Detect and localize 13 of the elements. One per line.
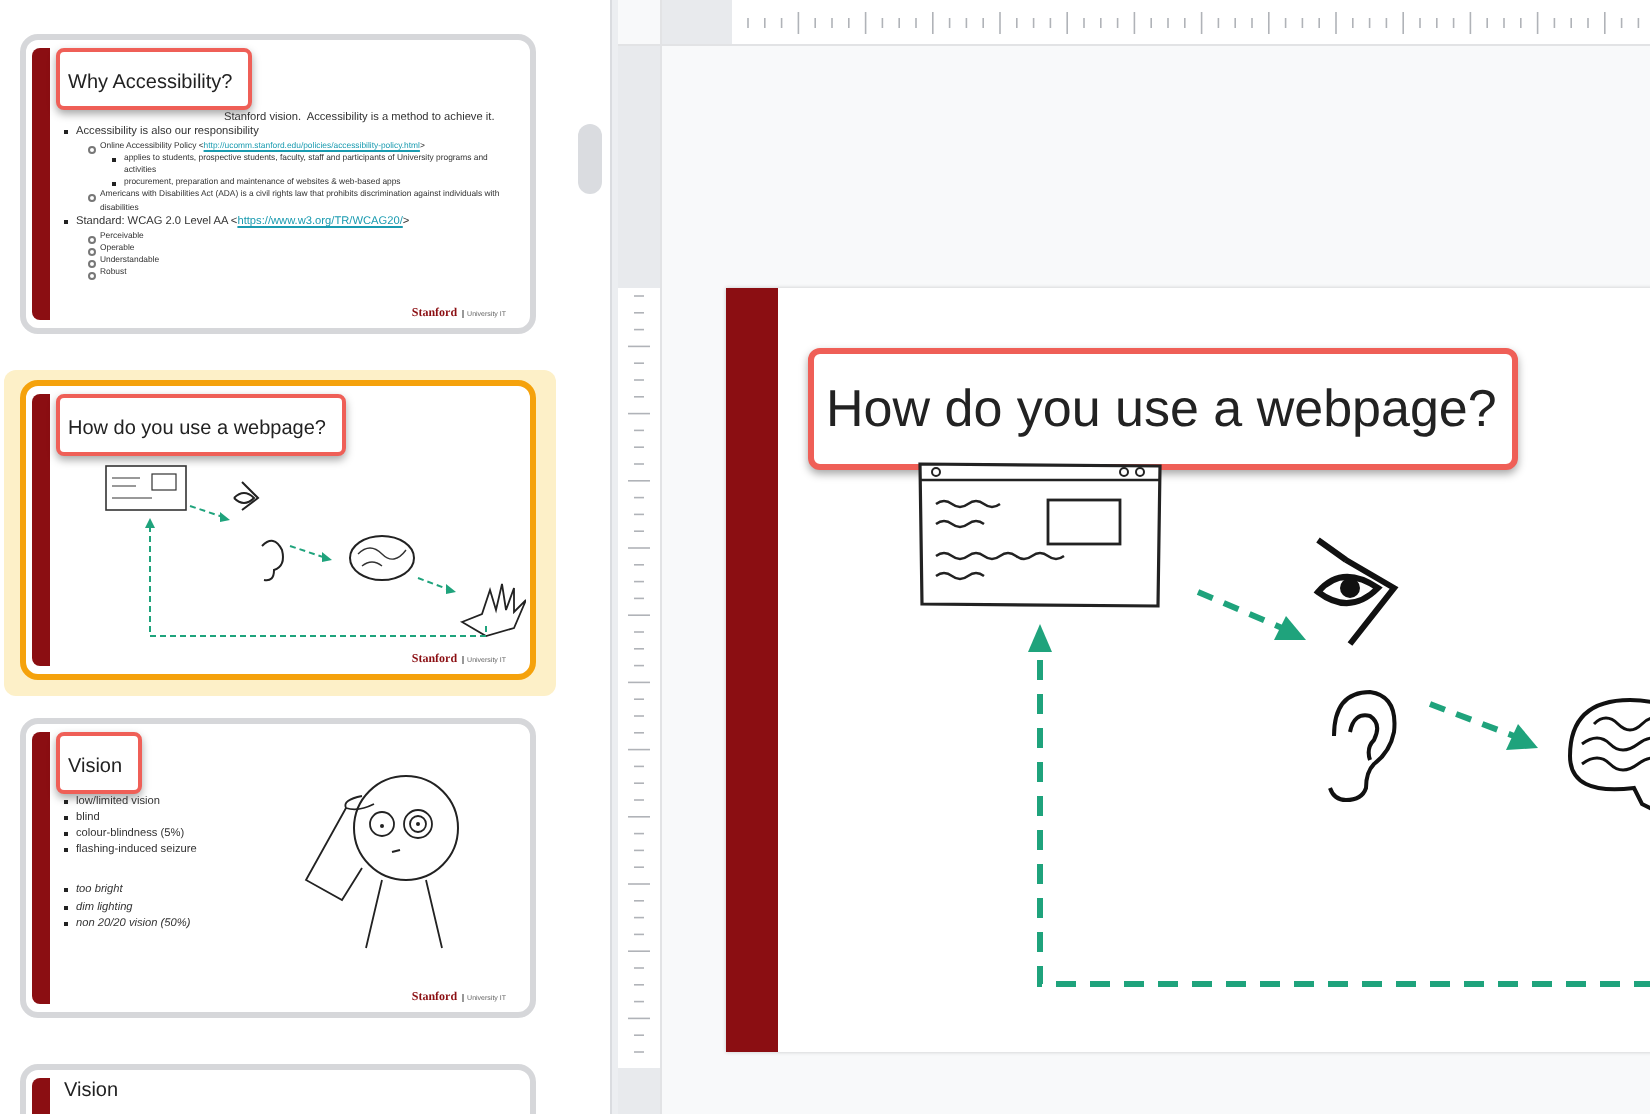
bullet-icon xyxy=(88,194,96,203)
slide-thumbnail[interactable] xyxy=(20,34,536,334)
slide-title: Why Accessibility? xyxy=(56,48,253,110)
scrollbar-thumb[interactable] xyxy=(578,124,602,194)
bullet-icon xyxy=(88,259,96,268)
bullet-icon xyxy=(88,247,96,256)
slide-thumbnail[interactable]: Vision xyxy=(20,1064,536,1114)
bullet-icon xyxy=(88,146,96,155)
bullet-icon xyxy=(88,235,96,244)
bullet-icon xyxy=(88,272,96,281)
slide-title: How do you use a webpage? xyxy=(808,348,1519,470)
slide-title: Vision xyxy=(56,732,143,794)
slide-title: How do you use a webpage? xyxy=(56,394,346,456)
